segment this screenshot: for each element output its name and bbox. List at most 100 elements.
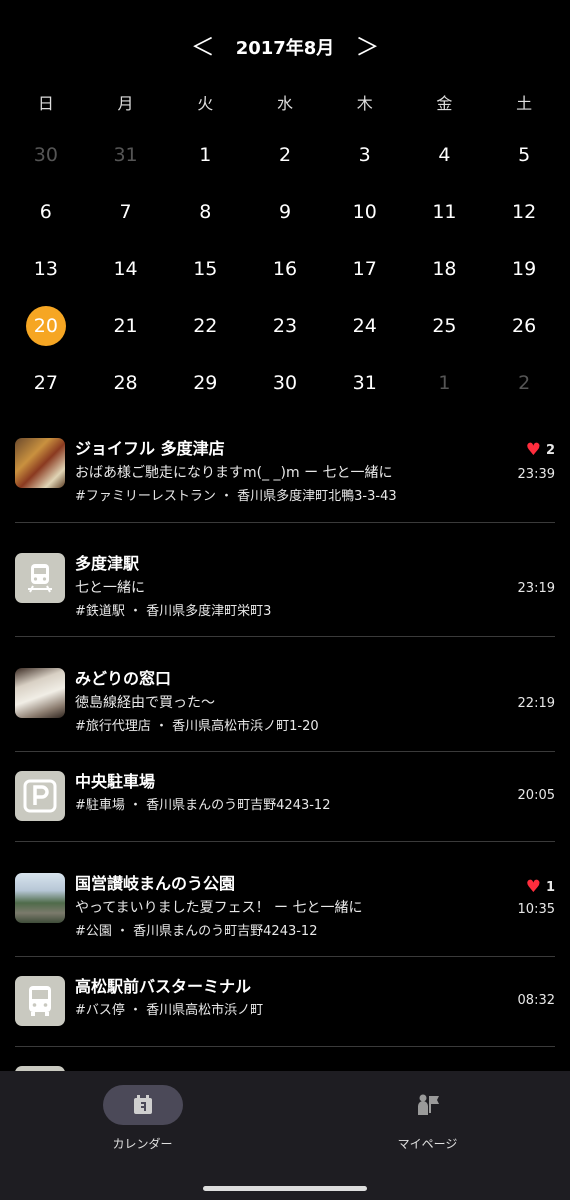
weekday-label: 月: [117, 94, 134, 113]
item-title: 中央駐車場: [75, 772, 156, 791]
list-item[interactable]: 多度津駅 七と一緒に #鉄道駅 ・ 香川県多度津町栄町3 23:19: [0, 553, 570, 623]
parking-icon: [15, 771, 65, 821]
item-title: 多度津駅: [75, 554, 140, 573]
prev-month-button[interactable]: ＜: [188, 30, 218, 64]
divider: [15, 522, 555, 523]
food-photo-thumbnail: [15, 438, 65, 488]
calendar-day[interactable]: 1: [165, 126, 245, 183]
calendar-day[interactable]: 27: [6, 354, 86, 411]
like-count[interactable]: ♥ 1: [518, 879, 555, 896]
calendar-day[interactable]: 7: [86, 183, 166, 240]
calendar-day[interactable]: 3: [325, 126, 405, 183]
calendar-day[interactable]: 17: [325, 240, 405, 297]
calendar-day[interactable]: 11: [405, 183, 485, 240]
weekday-header: 日 月 火 水 木 金 土: [6, 78, 564, 126]
item-title: ジョイフル 多度津店: [75, 439, 225, 458]
tab-mypage-label: マイページ: [397, 1137, 458, 1151]
calendar-day[interactable]: 5: [484, 126, 564, 183]
weekday-label: 日: [37, 94, 54, 113]
item-title: みどりの窓口: [75, 669, 172, 688]
calendar-day[interactable]: 26: [484, 297, 564, 354]
item-tags: #公園 ・ 香川県まんのう町吉野4243-12: [75, 924, 318, 939]
calendar-day[interactable]: 10: [325, 183, 405, 240]
week-row: 27 28 29 30 31 1 2: [6, 354, 564, 411]
divider: [15, 636, 555, 637]
calendar-grid: 日 月 火 水 木 金 土 30 31 1 2 3 4 5 6 7 8 9 10…: [6, 78, 564, 411]
like-number: 1: [545, 880, 555, 895]
calendar-day[interactable]: 9: [245, 183, 325, 240]
calendar-day[interactable]: 15: [165, 240, 245, 297]
tab-mypage[interactable]: マイページ: [285, 1071, 570, 1200]
train-icon: [15, 553, 65, 603]
weekday-label: 火: [197, 94, 214, 113]
item-tags: #バス停 ・ 香川県高松市浜ノ町: [75, 1003, 264, 1018]
week-row: 30 31 1 2 3 4 5: [6, 126, 564, 183]
bottom-navigation: カレンダー マイページ: [0, 1071, 570, 1200]
calendar-day[interactable]: 8: [165, 183, 245, 240]
item-tags: #旅行代理店 ・ 香川県高松市浜ノ町1-20: [75, 719, 319, 734]
week-row: 13 14 15 16 17 18 19: [6, 240, 564, 297]
calendar-day[interactable]: 1: [405, 354, 485, 411]
divider: [15, 841, 555, 842]
week-row: 20 21 22 23 24 25 26: [6, 297, 564, 354]
calendar-day[interactable]: 6: [6, 183, 86, 240]
calendar-day[interactable]: 21: [86, 297, 166, 354]
next-month-button[interactable]: ＞: [352, 30, 382, 64]
list-item[interactable]: 国営讃岐まんのう公園 やってまいりました夏フェス！ ー 七と一緒に #公園 ・ …: [0, 873, 570, 943]
list-item[interactable]: みどりの窓口 徳島線経由で買った〜 #旅行代理店 ・ 香川県高松市浜ノ町1-20…: [0, 668, 570, 738]
calendar-day[interactable]: 30: [245, 354, 325, 411]
item-comment: 徳島線経由で買った〜: [75, 695, 215, 711]
item-time: 22:19: [517, 696, 555, 711]
tab-mypage-pill: [388, 1085, 468, 1125]
calendar-day-selected[interactable]: 20: [6, 297, 86, 354]
calendar-day[interactable]: 30: [6, 126, 86, 183]
week-row: 6 7 8 9 10 11 12: [6, 183, 564, 240]
home-indicator: [203, 1186, 367, 1191]
calendar-day[interactable]: 2: [484, 354, 564, 411]
tab-calendar-label: カレンダー: [112, 1137, 173, 1151]
calendar-day[interactable]: 18: [405, 240, 485, 297]
item-time: 23:39: [517, 467, 555, 482]
item-tags: #鉄道駅 ・ 香川県多度津町栄町3: [75, 604, 272, 619]
list-item[interactable]: ジョイフル 多度津店 おばあ様ご馳走になりますm(_ _)m ー 七と一緒に #…: [0, 438, 570, 508]
heart-icon: ♥: [525, 877, 541, 897]
calendar-day[interactable]: 31: [86, 126, 166, 183]
divider: [15, 751, 555, 752]
calendar-day[interactable]: 13: [6, 240, 86, 297]
calendar-day[interactable]: 14: [86, 240, 166, 297]
calendar-day[interactable]: 19: [484, 240, 564, 297]
park-photo-thumbnail: [15, 873, 65, 923]
calendar-day[interactable]: 31: [325, 354, 405, 411]
calendar-day[interactable]: 16: [245, 240, 325, 297]
calendar-day[interactable]: 12: [484, 183, 564, 240]
calendar-day[interactable]: 28: [86, 354, 166, 411]
weekday-label: 金: [436, 94, 453, 113]
divider: [15, 956, 555, 957]
list-item[interactable]: 高松駅前バスターミナル #バス停 ・ 香川県高松市浜ノ町 08:32: [0, 976, 570, 1026]
calendar-day[interactable]: 24: [325, 297, 405, 354]
calendar-day[interactable]: 23: [245, 297, 325, 354]
tab-calendar[interactable]: カレンダー: [0, 1071, 285, 1200]
heart-icon: ♥: [525, 440, 541, 460]
weekday-label: 水: [276, 94, 293, 113]
month-title: 2017年8月: [235, 38, 335, 59]
item-title: 高松駅前バスターミナル: [75, 977, 252, 996]
item-title: 国営讃岐まんのう公園: [75, 874, 236, 893]
calendar-day[interactable]: 29: [165, 354, 245, 411]
list-item[interactable]: 中央駐車場 #駐車場 ・ 香川県まんのう町吉野4243-12 20:05: [0, 771, 570, 821]
like-number: 2: [545, 443, 555, 458]
item-comment: 七と一緒に: [75, 580, 145, 596]
divider: [15, 1046, 555, 1047]
item-comment: やってまいりました夏フェス！ ー 七と一緒に: [75, 900, 363, 916]
bus-icon: [15, 976, 65, 1026]
tab-calendar-pill: [102, 1085, 183, 1125]
item-tags: #駐車場 ・ 香川県まんのう町吉野4243-12: [75, 798, 331, 813]
item-time: 10:35: [517, 902, 555, 917]
calendar-day[interactable]: 25: [405, 297, 485, 354]
calendar-day[interactable]: 2: [245, 126, 325, 183]
like-count[interactable]: ♥ 2: [518, 442, 555, 459]
item-time: 20:05: [517, 788, 555, 803]
calendar-day[interactable]: 22: [165, 297, 245, 354]
calendar-icon: [133, 1095, 152, 1114]
calendar-day[interactable]: 4: [405, 126, 485, 183]
